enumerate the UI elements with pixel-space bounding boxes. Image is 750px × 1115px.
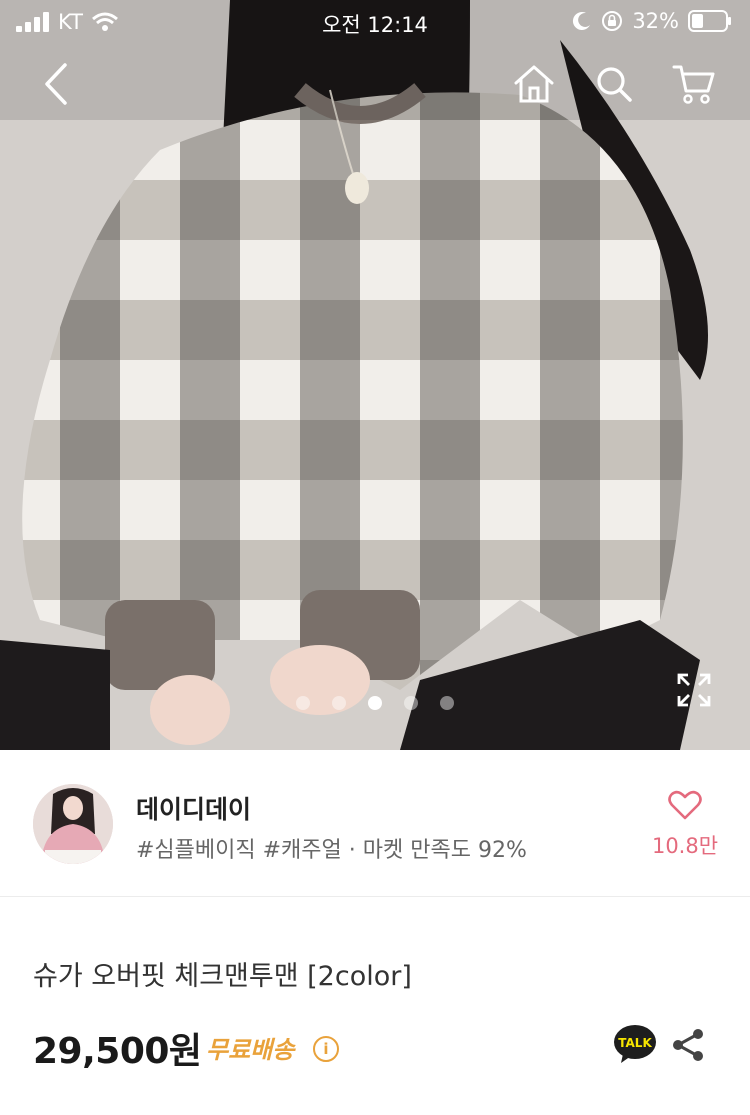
like-count: 10.8만 bbox=[651, 834, 719, 858]
home-button[interactable] bbox=[506, 54, 562, 114]
like-button[interactable]: 10.8만 bbox=[650, 790, 720, 860]
pagination-dot[interactable] bbox=[404, 696, 418, 710]
battery-icon bbox=[688, 10, 731, 32]
fullscreen-button[interactable] bbox=[676, 672, 716, 712]
top-navigation bbox=[0, 54, 750, 118]
product-price: 29,500원 bbox=[33, 1031, 202, 1072]
heart-icon bbox=[668, 790, 702, 820]
battery-percent: 32% bbox=[632, 9, 679, 33]
share-button[interactable] bbox=[671, 1028, 707, 1064]
gallery-pagination bbox=[0, 696, 750, 712]
status-bar: KT 오전 12:14 32% bbox=[0, 0, 750, 44]
back-button[interactable] bbox=[28, 54, 84, 114]
shop-name[interactable]: 데이디데이 bbox=[136, 790, 251, 826]
back-arrow-icon bbox=[45, 63, 67, 105]
cart-button[interactable] bbox=[666, 54, 722, 114]
talk-icon: TALK bbox=[614, 1025, 656, 1063]
avatar-image bbox=[33, 784, 113, 864]
search-icon bbox=[597, 67, 632, 102]
shop-info[interactable]: 데이디데이 #심플베이직 #캐주얼 · 마켓 만족도 92% 10.8만 bbox=[0, 750, 750, 897]
talk-label: TALK bbox=[618, 1036, 652, 1050]
price-row: 29,500원 무료배송 i TALK bbox=[33, 1022, 723, 1072]
moon-icon bbox=[573, 12, 591, 31]
pagination-dot[interactable] bbox=[296, 696, 310, 710]
home-icon bbox=[514, 65, 554, 103]
info-icon[interactable]: i bbox=[313, 1036, 339, 1062]
free-shipping-badge: 무료배송 bbox=[206, 1036, 295, 1064]
search-button[interactable] bbox=[586, 54, 642, 114]
pagination-dot-active[interactable] bbox=[368, 696, 382, 710]
rotation-lock-icon bbox=[602, 11, 623, 31]
shop-tags: #심플베이직 #캐주얼 · 마켓 만족도 92% bbox=[136, 838, 527, 863]
shop-avatar[interactable] bbox=[33, 784, 113, 864]
share-icon bbox=[673, 1029, 703, 1061]
kakao-talk-button[interactable]: TALK bbox=[613, 1024, 657, 1064]
product-image-gallery[interactable]: KT 오전 12:14 32% bbox=[0, 0, 750, 750]
product-name: 슈가 오버핏 체크맨투맨 [2color] bbox=[33, 961, 412, 992]
pagination-dot[interactable] bbox=[332, 696, 346, 710]
cart-icon bbox=[672, 65, 715, 104]
expand-icon bbox=[677, 673, 711, 707]
pagination-dot[interactable] bbox=[440, 696, 454, 710]
